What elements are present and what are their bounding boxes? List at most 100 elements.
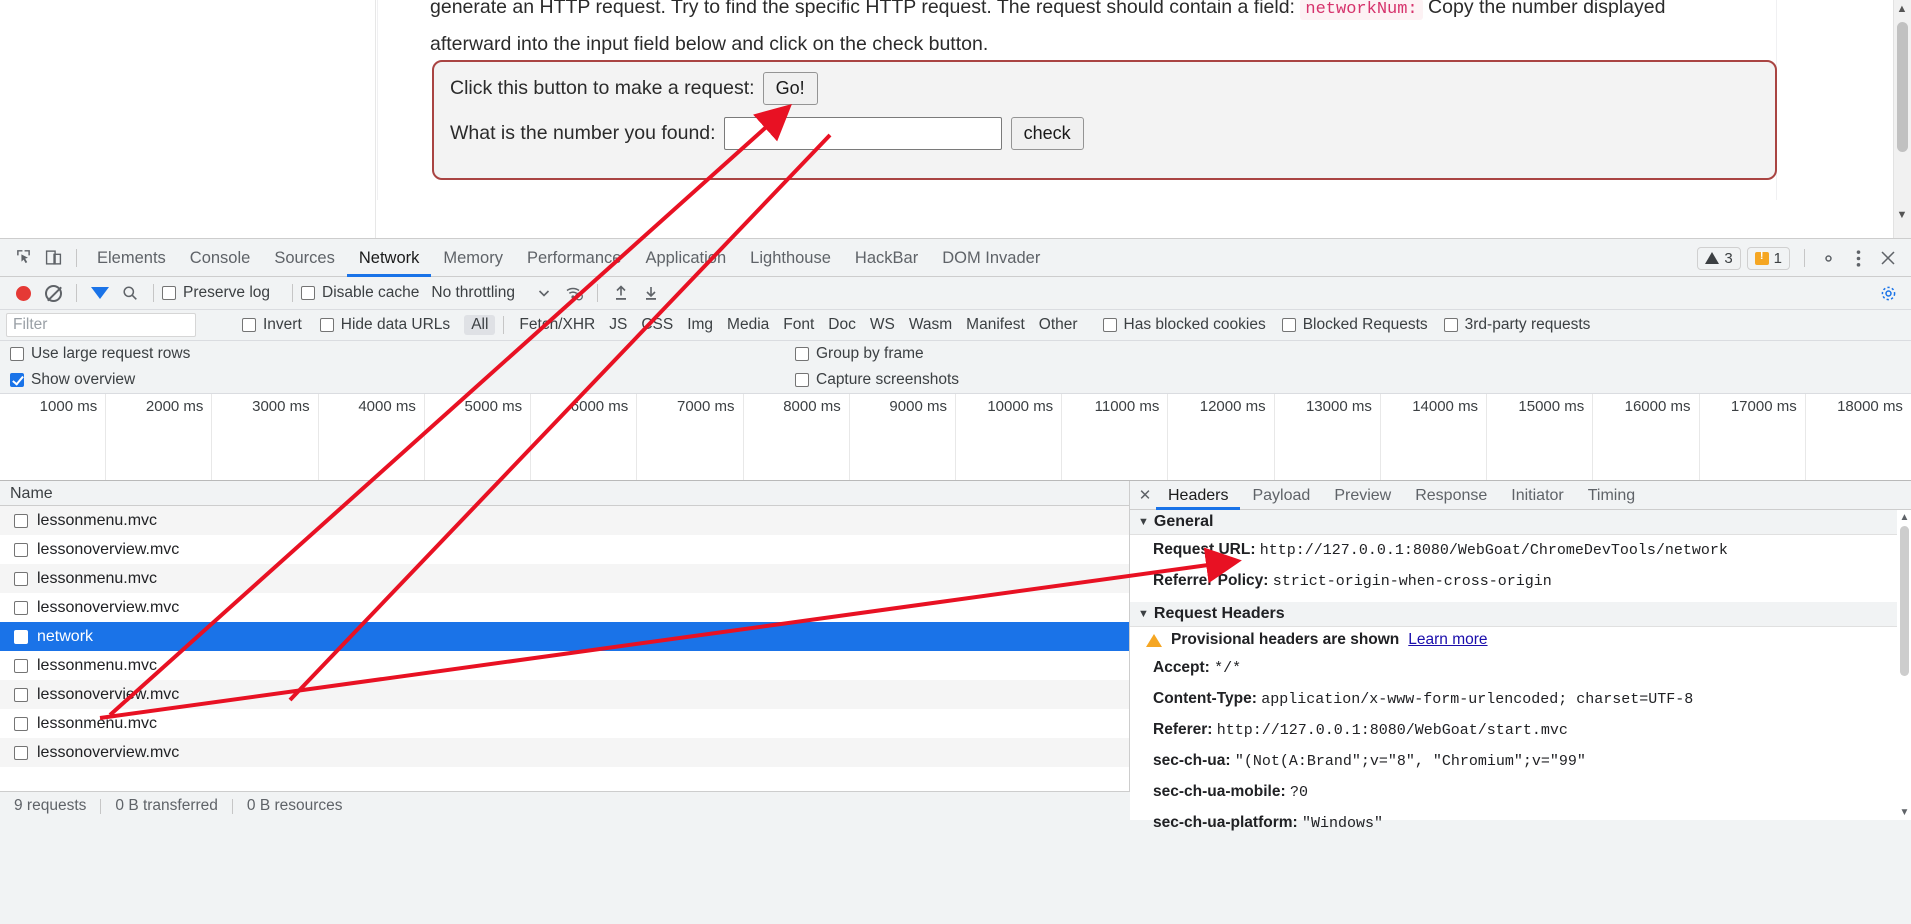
row-checkbox[interactable] [14,542,28,557]
preserve-log-checkbox[interactable]: Preserve log [162,284,270,302]
table-row-selected[interactable]: network [0,622,1129,651]
table-row[interactable]: lessonmenu.mvc [0,506,1129,535]
scroll-up-arrow[interactable]: ▲ [1895,2,1909,16]
row-checkbox[interactable] [14,745,28,760]
type-filter-doc[interactable]: Doc [821,315,863,335]
tab-elements[interactable]: Elements [85,239,178,277]
third-party-box[interactable] [1443,318,1458,332]
import-har-icon[interactable] [606,279,636,307]
answer-input[interactable] [723,117,1002,150]
use-large-request-rows-checkbox[interactable]: Use large request rows [10,345,190,363]
detail-scroll-down[interactable]: ▼ [1899,807,1910,818]
tab-console[interactable]: Console [178,239,263,277]
use-large-request-rows-box[interactable] [10,347,24,361]
detail-tab-payload[interactable]: Payload [1240,481,1322,510]
table-row[interactable]: lessonmenu.mvc [0,709,1129,738]
capture-screenshots-box[interactable] [795,373,809,387]
request-headers-section-header[interactable]: ▼ Request Headers [1130,602,1911,627]
inspect-element-icon[interactable] [8,244,38,272]
table-row[interactable]: lessonoverview.mvc [0,535,1129,564]
page-scrollbar[interactable]: ▲ ▼ [1893,0,1911,238]
type-filter-wasm[interactable]: Wasm [902,315,959,335]
scroll-down-arrow[interactable]: ▼ [1895,208,1909,222]
blocked-requests-box[interactable] [1281,318,1296,332]
tab-memory[interactable]: Memory [431,239,515,277]
has-blocked-cookies-box[interactable] [1102,318,1117,332]
detail-tab-headers[interactable]: Headers [1156,481,1240,510]
tab-performance[interactable]: Performance [515,239,633,277]
table-row[interactable]: lessonoverview.mvc [0,738,1129,767]
clear-button[interactable] [38,279,68,307]
type-filter-img[interactable]: Img [680,315,720,335]
record-button[interactable] [8,279,38,307]
table-row[interactable]: lessonmenu.mvc [0,651,1129,680]
type-filter-fetch-xhr[interactable]: Fetch/XHR [512,315,602,335]
capture-screenshots-checkbox[interactable]: Capture screenshots [795,371,959,389]
group-by-frame-checkbox[interactable]: Group by frame [795,345,924,363]
detail-scroll-thumb[interactable] [1900,526,1909,676]
tab-network[interactable]: Network [347,239,432,277]
throttling-select[interactable]: No throttling [431,284,515,302]
preserve-log-box[interactable] [162,286,176,300]
type-filter-ws[interactable]: WS [863,315,902,335]
request-column-header[interactable]: Name [0,481,1129,506]
filter-input[interactable] [6,313,196,337]
disable-cache-box[interactable] [301,286,316,300]
chevron-down-icon[interactable] [529,279,559,307]
table-row[interactable]: lessonoverview.mvc [0,680,1129,709]
row-checkbox[interactable] [14,658,28,673]
filter-toggle-icon[interactable] [85,279,115,307]
tab-hackbar[interactable]: HackBar [843,239,930,277]
type-filter-css[interactable]: CSS [634,315,680,335]
tab-lighthouse[interactable]: Lighthouse [738,239,843,277]
detail-scrollbar[interactable]: ▲ ▼ [1897,510,1911,820]
device-toolbar-icon[interactable] [38,244,68,272]
group-by-frame-box[interactable] [795,347,809,361]
row-checkbox[interactable] [14,571,28,586]
network-settings-gear-icon[interactable] [1873,279,1903,307]
invert-checkbox[interactable]: Invert [242,316,302,334]
search-icon[interactable] [115,279,145,307]
type-filter-manifest[interactable]: Manifest [959,315,1032,335]
detail-tab-preview[interactable]: Preview [1322,481,1403,510]
tab-sources[interactable]: Sources [262,239,347,277]
tab-dom-invader[interactable]: DOM Invader [930,239,1052,277]
network-conditions-icon[interactable] [559,279,589,307]
table-row[interactable]: lessonmenu.mvc [0,564,1129,593]
type-filter-media[interactable]: Media [720,315,776,335]
show-overview-box[interactable] [10,373,24,387]
third-party-requests-checkbox[interactable]: 3rd-party requests [1443,316,1590,334]
page-scroll-thumb[interactable] [1897,22,1908,152]
table-row[interactable]: lessonoverview.mvc [0,593,1129,622]
network-overview-timeline[interactable]: 1000 ms 2000 ms 3000 ms 4000 ms 5000 ms … [0,393,1911,481]
warning-badge[interactable]: 1 [1746,246,1790,270]
detail-scroll-up[interactable]: ▲ [1899,512,1910,523]
error-badge[interactable]: 3 [1697,246,1741,270]
gear-icon[interactable] [1813,244,1843,272]
has-blocked-cookies-checkbox[interactable]: Has blocked cookies [1102,316,1266,334]
type-filter-js[interactable]: JS [602,315,634,335]
row-checkbox[interactable] [14,716,28,731]
close-detail-icon[interactable]: ✕ [1134,486,1156,504]
general-section-header[interactable]: ▼ General [1130,510,1911,535]
detail-tab-response[interactable]: Response [1403,481,1499,510]
check-button[interactable]: check [1010,117,1084,150]
type-filter-other[interactable]: Other [1032,315,1085,335]
tab-application[interactable]: Application [633,239,738,277]
show-overview-checkbox[interactable]: Show overview [10,371,135,389]
detail-tab-initiator[interactable]: Initiator [1499,481,1575,510]
close-icon[interactable] [1873,244,1903,272]
row-checkbox[interactable] [14,600,28,615]
learn-more-link[interactable]: Learn more [1408,631,1487,649]
export-har-icon[interactable] [636,279,666,307]
type-filter-all[interactable]: All [464,315,496,335]
hide-data-urls-checkbox[interactable]: Hide data URLs [319,316,450,334]
disable-cache-checkbox[interactable]: Disable cache [301,284,419,302]
row-checkbox[interactable] [14,513,28,528]
row-checkbox[interactable] [14,629,28,644]
type-filter-font[interactable]: Font [776,315,821,335]
hide-data-urls-box[interactable] [319,318,334,332]
detail-tab-timing[interactable]: Timing [1576,481,1647,510]
more-options-icon[interactable] [1843,244,1873,272]
go-button[interactable]: Go! [762,72,818,105]
